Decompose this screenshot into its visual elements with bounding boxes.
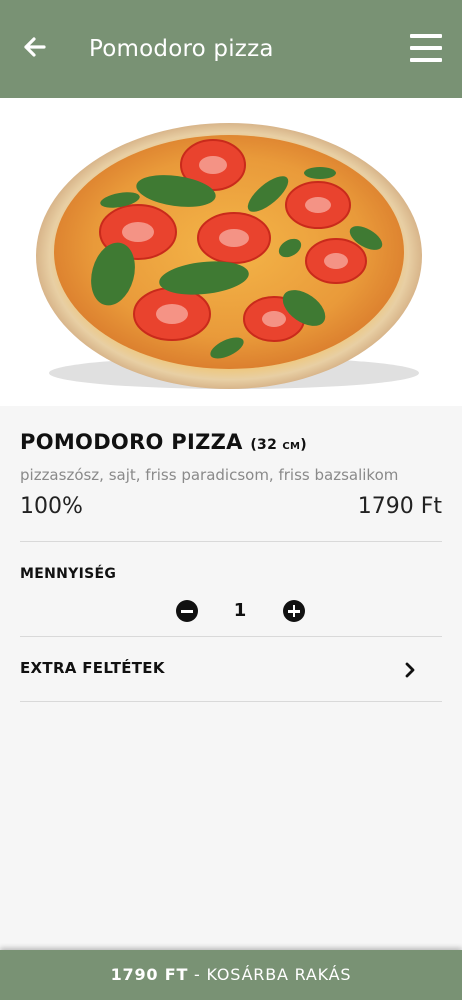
product-description: pizzaszósz, sajt, friss paradicsom, fris… — [20, 466, 399, 484]
back-arrow-icon[interactable] — [18, 30, 52, 64]
divider — [20, 701, 442, 702]
quantity-label: MENNYISÉG — [20, 566, 117, 582]
extra-toppings-row[interactable]: EXTRA FELTÉTEK — [0, 637, 462, 701]
cart-total-price: 1790 FT — [110, 965, 189, 984]
product-price: 1790 Ft — [357, 494, 442, 519]
product-percent: 100% — [20, 494, 83, 519]
product-size: (32 cm) — [250, 437, 307, 453]
product-info: POMODORO PIZZA (32 cm) pizzaszósz, sajt,… — [20, 430, 442, 519]
plus-circle-icon[interactable] — [283, 600, 305, 622]
chevron-right-icon — [405, 662, 415, 678]
add-to-cart-button[interactable]: 1790 FT - KOSÁRBA RAKÁS — [0, 950, 462, 1000]
hamburger-menu-icon[interactable] — [410, 34, 442, 62]
page-title: Pomodoro pizza — [89, 36, 274, 62]
app-header: Pomodoro pizza — [0, 0, 462, 98]
quantity-stepper: 1 — [176, 600, 306, 624]
price-row: 100% 1790 Ft — [20, 494, 442, 519]
product-name: POMODORO PIZZA (32 cm) — [20, 430, 442, 454]
quantity-value: 1 — [233, 600, 247, 621]
add-to-cart-label: - KOSÁRBA RAKÁS — [188, 965, 352, 984]
extra-toppings-label: EXTRA FELTÉTEK — [20, 659, 165, 677]
product-name-text: POMODORO PIZZA — [20, 430, 243, 454]
minus-circle-icon[interactable] — [176, 600, 198, 622]
divider — [20, 541, 442, 542]
product-image — [0, 98, 462, 406]
